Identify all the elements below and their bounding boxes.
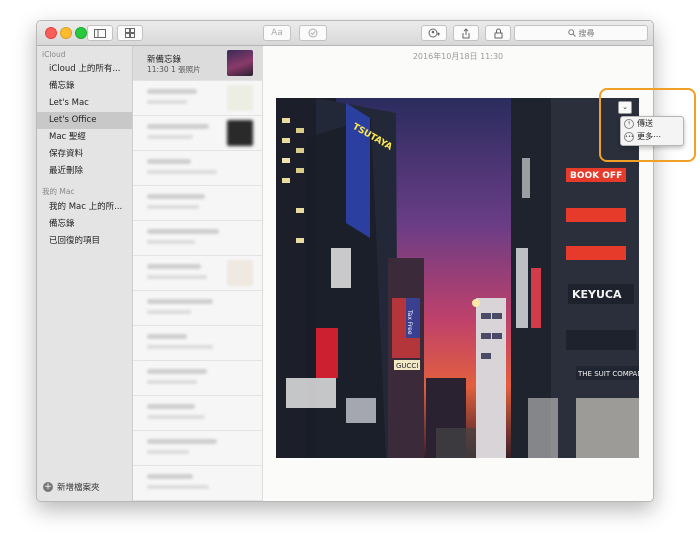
search-placeholder: 搜尋 bbox=[578, 28, 595, 38]
note-thumbnail bbox=[227, 50, 253, 76]
note-item[interactable] bbox=[133, 256, 262, 291]
note-thumbnail bbox=[227, 120, 253, 146]
menu-item-more[interactable]: ••• 更多⋯ bbox=[621, 130, 683, 143]
lock-icon bbox=[494, 28, 502, 38]
zoom-button[interactable] bbox=[75, 27, 87, 39]
share-icon bbox=[462, 27, 470, 38]
note-thumbnail bbox=[227, 85, 253, 111]
note-item-selected[interactable]: 新備忘錄 11:30 1 張照片 bbox=[133, 46, 262, 81]
checklist-button[interactable] bbox=[299, 25, 327, 41]
attachment-popup-menu: ↑ 傳送 ••• 更多⋯ bbox=[620, 116, 684, 146]
note-thumbnail bbox=[227, 260, 253, 286]
sign-tax-free: Tax Free bbox=[406, 309, 413, 335]
person-plus-icon bbox=[428, 28, 440, 38]
note-date: 2016年10月18日 11:30 bbox=[412, 52, 504, 61]
note-item[interactable] bbox=[133, 361, 262, 396]
section-header-icloud: iCloud bbox=[42, 50, 66, 59]
city-street-photo[interactable]: TSUTAYA GUCCI Tax Free BOOK OFF KEYUCA T… bbox=[276, 98, 639, 458]
notes-list: 新備忘錄 11:30 1 張照片 bbox=[133, 46, 263, 501]
note-item[interactable] bbox=[133, 81, 262, 116]
folder-item[interactable]: 保存資料 bbox=[37, 146, 132, 163]
menu-item-label: 更多⋯ bbox=[637, 132, 661, 141]
lock-button[interactable] bbox=[485, 25, 511, 41]
note-editor[interactable]: 2016年10月18日 11:30 TSUTAYA GUCCI Tax Free… bbox=[263, 46, 653, 501]
close-button[interactable] bbox=[45, 27, 57, 39]
note-subtitle: 11:30 1 張照片 bbox=[147, 65, 201, 74]
new-folder-button[interactable]: + 新增檔案夾 bbox=[43, 481, 100, 493]
folder-item[interactable]: 已回復的項目 bbox=[37, 233, 132, 250]
folder-item[interactable]: 備忘錄 bbox=[37, 78, 132, 95]
note-item[interactable] bbox=[133, 151, 262, 186]
title-bar: Aa 搜尋 bbox=[37, 21, 653, 46]
sidebar-icon bbox=[94, 28, 106, 38]
folder-item[interactable]: 備忘錄 bbox=[37, 216, 132, 233]
share-button[interactable] bbox=[453, 25, 479, 41]
search-field[interactable]: 搜尋 bbox=[514, 25, 648, 41]
menu-item-label: 傳送 bbox=[637, 119, 653, 128]
grid-icon bbox=[125, 28, 135, 38]
add-people-button[interactable] bbox=[421, 25, 447, 41]
folder-item[interactable]: Mac 聖經 bbox=[37, 129, 132, 146]
share-icon: ↑ bbox=[624, 118, 634, 129]
sidebar-toggle-button[interactable] bbox=[87, 25, 113, 41]
sign-keyuca: KEYUCA bbox=[572, 288, 622, 301]
note-item[interactable] bbox=[133, 291, 262, 326]
folder-item[interactable]: 我的 Mac 上的所... bbox=[37, 199, 132, 216]
search-icon bbox=[567, 29, 576, 37]
sign-bookoff: BOOK OFF bbox=[570, 171, 622, 181]
sign-gucci: GUCCI bbox=[396, 362, 418, 370]
note-item[interactable] bbox=[133, 466, 262, 501]
menu-item-share[interactable]: ↑ 傳送 bbox=[621, 117, 683, 130]
format-button[interactable]: Aa bbox=[263, 25, 291, 41]
minimize-button[interactable] bbox=[60, 27, 72, 39]
note-item[interactable] bbox=[133, 221, 262, 256]
sign-suit-company: THE SUIT COMPANY bbox=[577, 370, 639, 378]
sidebar: iCloud iCloud 上的所有... 備忘錄 Let's Mac Let'… bbox=[37, 46, 133, 501]
folder-item[interactable]: Let's Mac bbox=[37, 95, 132, 112]
note-item[interactable] bbox=[133, 431, 262, 466]
new-folder-label: 新增檔案夾 bbox=[57, 483, 100, 493]
attachment-chevron-button[interactable]: ⌄ bbox=[618, 101, 632, 114]
note-item[interactable] bbox=[133, 396, 262, 431]
note-item[interactable] bbox=[133, 116, 262, 151]
folder-item[interactable]: 最近刪除 bbox=[37, 163, 132, 180]
more-icon: ••• bbox=[624, 131, 634, 142]
section-header-my-mac: 我的 Mac bbox=[42, 187, 75, 196]
notes-window: Aa 搜尋 iCloud iCloud 上的所有... 備忘錄 Let's Ma… bbox=[36, 20, 654, 502]
plus-circle-icon: + bbox=[43, 482, 53, 492]
folder-item[interactable]: iCloud 上的所有... bbox=[37, 61, 132, 78]
note-item[interactable] bbox=[133, 186, 262, 221]
folder-item-selected[interactable]: Let's Office bbox=[37, 112, 132, 129]
checkmark-circle-icon bbox=[308, 28, 318, 38]
chevron-down-icon: ⌄ bbox=[622, 103, 628, 111]
attachments-button[interactable] bbox=[117, 25, 143, 41]
note-item[interactable] bbox=[133, 326, 262, 361]
